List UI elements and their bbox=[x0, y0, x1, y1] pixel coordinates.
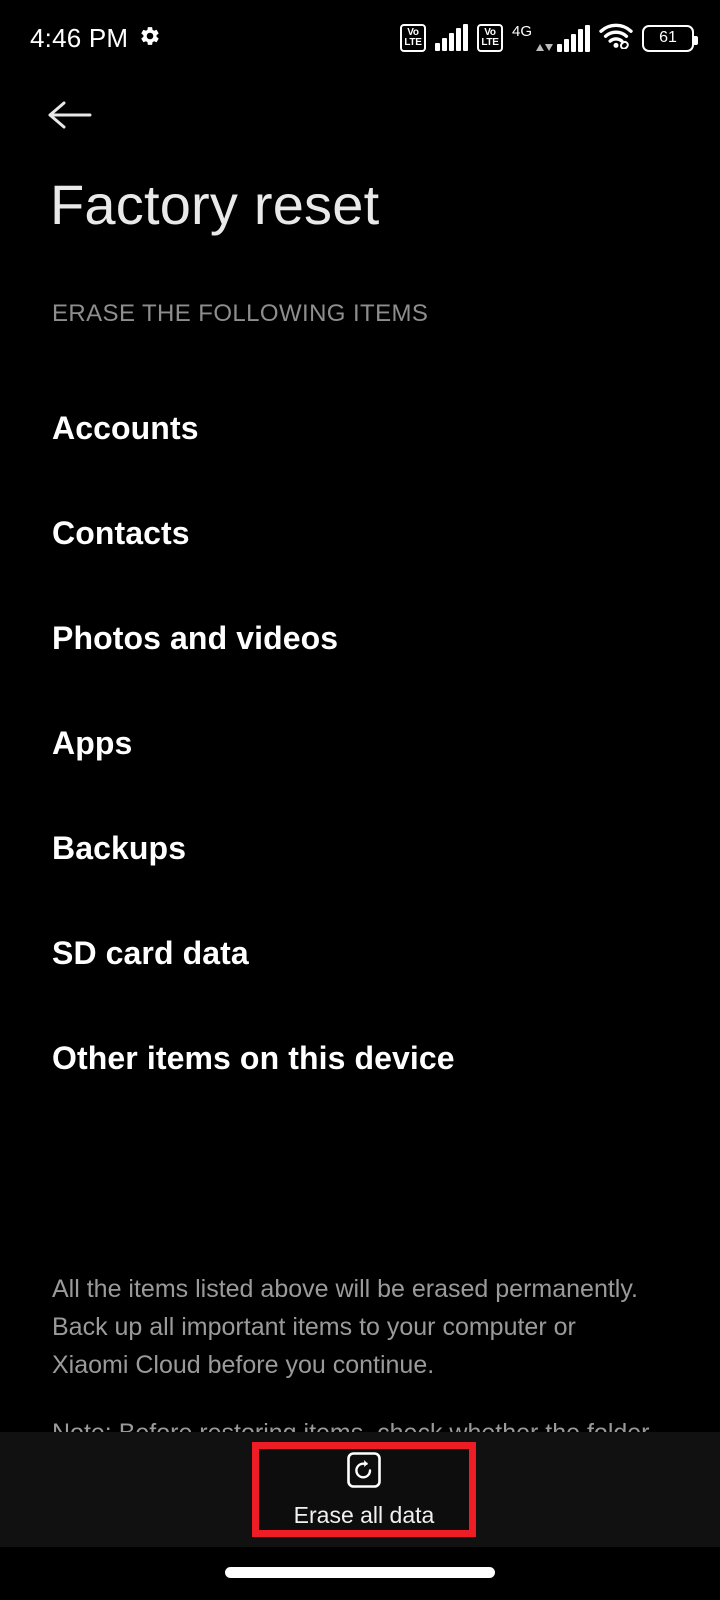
list-item-label: Backups bbox=[52, 830, 187, 866]
list-item[interactable]: Photos and videos bbox=[0, 586, 720, 691]
reset-restore-icon bbox=[346, 1451, 382, 1494]
home-gesture-pill[interactable] bbox=[225, 1567, 495, 1578]
list-item[interactable]: Backups bbox=[0, 796, 720, 901]
page-title: Factory reset bbox=[50, 173, 380, 236]
volte-sim1-icon: Vo LTE bbox=[399, 24, 426, 52]
gear-icon bbox=[139, 25, 161, 52]
erase-all-data-label: Erase all data bbox=[293, 1501, 435, 1528]
network-type-label: 4G bbox=[511, 23, 532, 40]
footer-note-primary: All the items listed above will be erase… bbox=[52, 1275, 638, 1379]
status-bar-left: 4:46 PM bbox=[30, 23, 161, 54]
list-item-label: Photos and videos bbox=[52, 620, 339, 656]
data-transfer-arrows-icon bbox=[536, 44, 553, 51]
battery-icon: 61 bbox=[642, 24, 698, 52]
list-item-label: Contacts bbox=[52, 515, 190, 551]
list-item-label: SD card data bbox=[52, 935, 249, 971]
volte-sim1-bottom: LTE bbox=[404, 37, 422, 48]
list-item-label: Accounts bbox=[52, 410, 199, 446]
mobile-data-group: 4G bbox=[512, 24, 590, 52]
wifi-icon bbox=[599, 22, 633, 54]
list-item[interactable]: Apps bbox=[0, 691, 720, 796]
signal-bars-sim2-icon bbox=[557, 25, 590, 52]
back-button[interactable] bbox=[38, 88, 104, 146]
status-bar-right: Vo LTE Vo LTE 4G 61 bbox=[399, 22, 698, 54]
erase-all-data-button[interactable]: Erase all data bbox=[252, 1442, 476, 1537]
volte-sim2-icon: Vo LTE bbox=[476, 24, 503, 52]
status-bar-clock: 4:46 PM bbox=[30, 22, 129, 53]
erase-items-list: Accounts Contacts Photos and videos Apps… bbox=[0, 376, 720, 1111]
signal-bars-sim1-icon bbox=[434, 24, 468, 51]
footer-notes: All the items listed above will be erase… bbox=[52, 1270, 652, 1452]
list-item[interactable]: SD card data bbox=[0, 901, 720, 1006]
volte-sim2-bottom: LTE bbox=[481, 37, 499, 48]
list-item[interactable]: Other items on this device bbox=[0, 1006, 720, 1111]
list-item-label: Other items on this device bbox=[52, 1040, 455, 1076]
list-item[interactable]: Contacts bbox=[0, 481, 720, 586]
phone-screen: 4:46 PM Vo LTE Vo LTE 4G 61 Factory rese… bbox=[0, 0, 720, 1600]
back-arrow-icon bbox=[48, 98, 94, 137]
section-label: ERASE THE FOLLOWING ITEMS bbox=[52, 300, 429, 327]
list-item-label: Apps bbox=[52, 725, 133, 761]
status-bar: 4:46 PM Vo LTE Vo LTE 4G 61 bbox=[0, 0, 720, 76]
list-item[interactable]: Accounts bbox=[0, 376, 720, 481]
battery-percent-label: 61 bbox=[659, 29, 677, 46]
